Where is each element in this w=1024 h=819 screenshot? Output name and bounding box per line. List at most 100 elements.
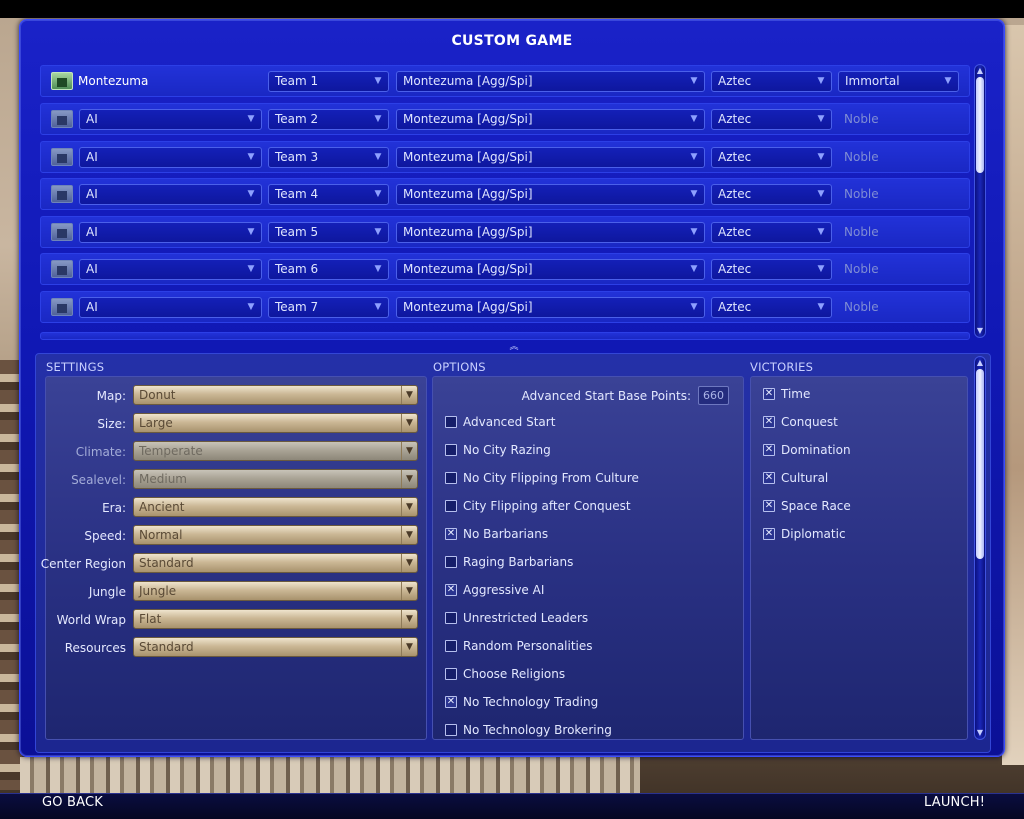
team-dropdown[interactable]: Team 5 ▼ — [268, 222, 389, 243]
player-slot-icon[interactable] — [51, 110, 73, 128]
player-slot-icon[interactable] — [51, 72, 73, 90]
checkbox[interactable] — [445, 472, 457, 484]
x-check-icon: ✕ — [764, 416, 774, 427]
checkbox[interactable]: ✕ — [445, 528, 457, 540]
checkbox[interactable] — [445, 668, 457, 680]
option-checkbox-row[interactable]: No City Razing — [445, 441, 725, 461]
scroll-down-icon[interactable]: ▼ — [975, 326, 985, 336]
checkbox[interactable]: ✕ — [445, 696, 457, 708]
launch-button[interactable]: LAUNCH! — [924, 794, 985, 819]
civ-dropdown[interactable]: Aztec ▼ — [711, 147, 832, 168]
option-checkbox-row[interactable]: No Technology Brokering — [445, 721, 725, 741]
civ-dropdown[interactable]: Aztec ▼ — [711, 184, 832, 205]
setting-dropdown[interactable]: Large ▼ — [133, 413, 418, 433]
team-dropdown[interactable]: Team 6 ▼ — [268, 259, 389, 280]
players-scrollbar[interactable]: ▲ ▼ — [974, 64, 986, 338]
leader-dropdown[interactable]: Montezuma [Agg/Spi] ▼ — [396, 184, 705, 205]
setting-dropdown[interactable]: Standard ▼ — [133, 637, 418, 657]
checkbox[interactable] — [445, 500, 457, 512]
player-slot-icon[interactable] — [51, 260, 73, 278]
player-type-dropdown[interactable]: AI ▼ — [79, 222, 262, 243]
checkbox[interactable] — [445, 724, 457, 736]
team-dropdown[interactable]: Team 7 ▼ — [268, 297, 389, 318]
go-back-button[interactable]: GO BACK — [42, 794, 103, 819]
checkbox[interactable]: ✕ — [763, 416, 775, 428]
checkbox[interactable] — [445, 612, 457, 624]
setting-dropdown[interactable]: Normal ▼ — [133, 525, 418, 545]
settings-scroll-thumb[interactable] — [976, 369, 984, 559]
option-checkbox-row[interactable]: City Flipping after Conquest — [445, 497, 725, 517]
player-type-dropdown[interactable]: AI ▼ — [79, 184, 262, 205]
chevron-down-icon: ▼ — [944, 76, 952, 86]
option-checkbox-row[interactable]: Choose Religions — [445, 665, 725, 685]
chevron-down-icon: ▼ — [374, 152, 382, 162]
checkbox[interactable] — [445, 640, 457, 652]
scroll-down-icon[interactable]: ▼ — [975, 728, 985, 738]
settings-scrollbar[interactable]: ▲ ▼ — [974, 356, 986, 740]
option-checkbox-row[interactable]: Advanced Start — [445, 413, 725, 433]
checkbox[interactable]: ✕ — [763, 444, 775, 456]
option-checkbox-row[interactable]: Raging Barbarians — [445, 553, 725, 573]
option-checkbox-row[interactable]: ✕ No Barbarians — [445, 525, 725, 545]
setting-dropdown[interactable]: Flat ▼ — [133, 609, 418, 629]
checkbox[interactable] — [445, 556, 457, 568]
chevron-down-icon: ▼ — [401, 638, 417, 656]
player-type-dropdown[interactable]: AI ▼ — [79, 147, 262, 168]
checkbox[interactable]: ✕ — [763, 500, 775, 512]
difficulty-dropdown[interactable]: Immortal ▼ — [838, 71, 959, 92]
player-type-dropdown[interactable]: AI ▼ — [79, 297, 262, 318]
player-type-dropdown[interactable]: AI ▼ — [79, 109, 262, 130]
victory-checkbox-row[interactable]: ✕ Diplomatic — [763, 525, 953, 545]
team-dropdown[interactable]: Team 2 ▼ — [268, 109, 389, 130]
option-checkbox-row[interactable]: ✕ Aggressive AI — [445, 581, 725, 601]
setting-dropdown[interactable]: Ancient ▼ — [133, 497, 418, 517]
team-dropdown[interactable]: Team 3 ▼ — [268, 147, 389, 168]
checkbox[interactable]: ✕ — [763, 388, 775, 400]
leader-dropdown[interactable]: Montezuma [Agg/Spi] ▼ — [396, 109, 705, 130]
civ-dropdown[interactable]: Aztec ▼ — [711, 71, 832, 92]
victory-checkbox-row[interactable]: ✕ Time — [763, 385, 953, 405]
scroll-up-icon[interactable]: ▲ — [975, 66, 985, 76]
victory-checkbox-row[interactable]: ✕ Space Race — [763, 497, 953, 517]
collapse-chevron-icon[interactable]: ︽ — [506, 342, 522, 352]
option-checkbox-row[interactable]: Unrestricted Leaders — [445, 609, 725, 629]
victory-checkbox-row[interactable]: ✕ Cultural — [763, 469, 953, 489]
settings-header: SETTINGS — [46, 360, 105, 374]
players-scroll-thumb[interactable] — [976, 77, 984, 173]
player-type-dropdown[interactable]: AI ▼ — [79, 259, 262, 280]
civ-dropdown[interactable]: Aztec ▼ — [711, 297, 832, 318]
checkbox[interactable]: ✕ — [763, 528, 775, 540]
player-row: AI ▼ Team 5 ▼ Montezuma [Agg/Spi] ▼ Aztec ▼ Nobl… — [40, 216, 970, 248]
leader-dropdown[interactable]: Montezuma [Agg/Spi] ▼ — [396, 259, 705, 280]
leader-dropdown[interactable]: Montezuma [Agg/Spi] ▼ — [396, 71, 705, 92]
leader-dropdown[interactable]: Montezuma [Agg/Spi] ▼ — [396, 222, 705, 243]
victory-checkbox-row[interactable]: ✕ Conquest — [763, 413, 953, 433]
checkbox[interactable]: ✕ — [445, 584, 457, 596]
checkbox[interactable]: ✕ — [763, 472, 775, 484]
player-slot-icon[interactable] — [51, 223, 73, 241]
checkbox[interactable] — [445, 444, 457, 456]
player-slot-icon[interactable] — [51, 148, 73, 166]
setting-dropdown[interactable]: Donut ▼ — [133, 385, 418, 405]
option-checkbox-row[interactable]: No City Flipping From Culture — [445, 469, 725, 489]
option-checkbox-row[interactable]: Random Personalities — [445, 637, 725, 657]
civ-dropdown[interactable]: Aztec ▼ — [711, 259, 832, 280]
checkbox[interactable] — [445, 416, 457, 428]
setting-dropdown[interactable]: Jungle ▼ — [133, 581, 418, 601]
chevron-down-icon: ▼ — [817, 264, 825, 274]
civ-dropdown[interactable]: Aztec ▼ — [711, 109, 832, 130]
player-slot-icon[interactable] — [51, 298, 73, 316]
civ-dropdown[interactable]: Aztec ▼ — [711, 222, 832, 243]
victory-checkbox-row[interactable]: ✕ Domination — [763, 441, 953, 461]
scroll-up-icon[interactable]: ▲ — [975, 358, 985, 368]
leader-dropdown[interactable]: Montezuma [Agg/Spi] ▼ — [396, 297, 705, 318]
player-slot-icon[interactable] — [51, 185, 73, 203]
advanced-start-points-input[interactable]: 660 — [698, 386, 729, 405]
advanced-start-points-label: Advanced Start Base Points: — [521, 389, 691, 403]
player-type-value: AI — [86, 225, 98, 239]
team-dropdown[interactable]: Team 1 ▼ — [268, 71, 389, 92]
leader-dropdown[interactable]: Montezuma [Agg/Spi] ▼ — [396, 147, 705, 168]
team-dropdown[interactable]: Team 4 ▼ — [268, 184, 389, 205]
option-checkbox-row[interactable]: ✕ No Technology Trading — [445, 693, 725, 713]
setting-dropdown[interactable]: Standard ▼ — [133, 553, 418, 573]
